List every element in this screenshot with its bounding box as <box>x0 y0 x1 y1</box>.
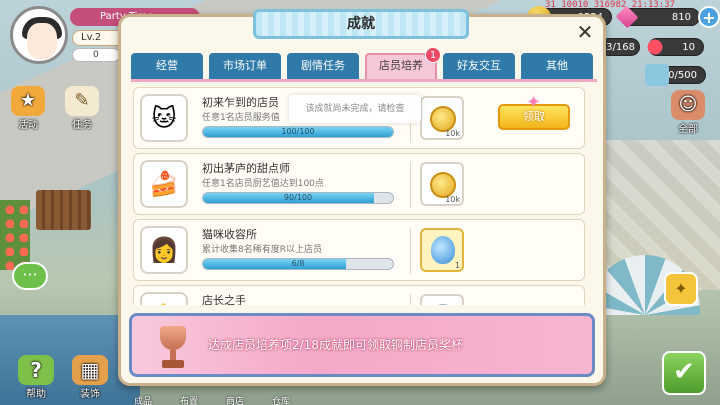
capacity-counter: 3/168 <box>600 38 640 56</box>
dialog-title: 成就 <box>253 9 469 39</box>
achievement-desc: 任意1名店员服务值 <box>202 113 280 123</box>
flower-bed <box>0 200 30 270</box>
player-avatar[interactable] <box>10 6 68 64</box>
row-divider <box>410 294 411 305</box>
staff-portrait-icon: 👩 <box>140 226 188 274</box>
heart-counter[interactable]: 10 <box>643 36 704 58</box>
reward-slot[interactable]: 1 <box>420 228 464 272</box>
tab-story-tasks[interactable]: 剧情任务 <box>287 53 359 79</box>
trophy-stem <box>170 350 176 360</box>
party-icon: ★ <box>11 86 45 116</box>
staff-icon: ☺ <box>671 90 705 120</box>
hand-icon: ✋ <box>140 292 188 305</box>
achievement-row: 👩 猫咪收容所 累计收集8名稀有度R以上店员 6/8 1 <box>133 219 585 281</box>
progress-text: 100/100 <box>281 127 315 136</box>
reward-qty: 10k <box>445 129 460 138</box>
decor-icon: ▦ <box>72 355 108 385</box>
achievement-row: 🍰 初出茅庐的甜点师 任意1名店员厨艺值达到100点 90/100 10k <box>133 153 585 215</box>
confirm-check-button[interactable]: ✔ <box>662 351 706 395</box>
exp-counter: 50/500 <box>645 64 706 86</box>
chat-button[interactable]: ··· <box>12 262 48 290</box>
achievement-title: 初出茅庐的甜点师 <box>202 162 290 175</box>
bottom-menu-item[interactable]: 商店 <box>212 394 258 405</box>
trophy-base <box>162 360 184 368</box>
activity-label: 活动 <box>18 120 38 131</box>
achievement-row: ✋ 店长之手 <box>133 285 585 305</box>
row-divider <box>410 228 411 274</box>
cake-upgrade-icon: 🍰 <box>140 160 188 208</box>
bottom-menu: 成品 布置 商店 仓库 <box>120 389 350 405</box>
achievement-desc: 累计收集8名稀有度R以上店员 <box>202 245 322 255</box>
help-label: 帮助 <box>26 389 46 400</box>
bottom-menu-item[interactable]: 布置 <box>166 394 212 405</box>
task-button[interactable]: ✎ 任务 <box>60 86 104 132</box>
cat-upgrade-icon: 🐱 <box>140 94 188 142</box>
task-label: 任务 <box>72 120 92 131</box>
reward-qty: 1 <box>454 261 460 270</box>
decor-button[interactable]: ▦ 装饰 <box>68 353 112 403</box>
bottom-menu-item[interactable]: 成品 <box>120 394 166 405</box>
achievement-desc: 任意1名店员厨艺值达到100点 <box>202 179 324 189</box>
reward-qty: 10k <box>445 195 460 204</box>
reward-slot[interactable]: 10k <box>420 162 464 206</box>
help-button[interactable]: ? 帮助 <box>14 353 58 403</box>
close-icon[interactable]: ✕ <box>573 21 597 45</box>
banner-message: 达成店员培养项2/18成就即可领取铜制店员奖杯 <box>208 338 463 352</box>
all-button[interactable]: ☺ 全部 <box>666 90 710 136</box>
progress-text: 6/8 <box>291 259 305 268</box>
achievement-title: 猫咪收容所 <box>202 228 257 241</box>
trophy-cup <box>160 326 186 350</box>
achievement-dialog: 成就 ✕ 经营 市场订单 剧情任务 店员培养 1 好友交互 其他 🐱 初来乍到的… <box>118 9 606 386</box>
progress-bar: 6/8 <box>202 258 394 270</box>
all-label: 全部 <box>678 124 698 135</box>
decor-label: 装饰 <box>80 389 100 400</box>
tab-market-orders[interactable]: 市场订单 <box>209 53 281 79</box>
potion-icon <box>431 236 455 264</box>
sparkle-icon: ✦ <box>526 92 542 113</box>
tab-staff-training-label: 店员培养 <box>379 59 423 72</box>
reward-slot[interactable] <box>420 294 464 305</box>
progress-bar: 90/100 <box>202 192 394 204</box>
progress-bar: 100/100 <box>202 126 394 138</box>
category-tabs: 经营 市场订单 剧情任务 店员培养 1 好友交互 其他 <box>131 47 597 81</box>
avatar-face <box>27 23 57 59</box>
heart-value: 10 <box>682 42 695 53</box>
heart-icon <box>643 36 667 58</box>
achievement-title: 店长之手 <box>202 294 246 305</box>
scroll-icon: ✎ <box>65 86 99 116</box>
gem-counter[interactable]: 810 <box>615 5 700 29</box>
tab-staff-training[interactable]: 店员培养 1 <box>365 47 441 79</box>
tab-underline <box>131 79 597 82</box>
activity-button[interactable]: ★ 活动 <box>6 86 50 132</box>
notification-badge: 1 <box>425 47 441 63</box>
bottom-menu-item[interactable]: 仓库 <box>258 394 304 405</box>
player-xp: 0 <box>72 48 120 62</box>
tab-business[interactable]: 经营 <box>131 53 203 79</box>
trophy-icon <box>152 324 194 370</box>
add-currency-button[interactable]: + <box>698 6 720 28</box>
incomplete-toast: 该成就尚未完成，请检查 <box>289 95 421 123</box>
row-divider <box>410 162 411 208</box>
book-icon <box>645 64 669 86</box>
reward-slot[interactable]: 10k <box>420 96 464 140</box>
achievement-title: 初来乍到的店员 <box>202 96 279 109</box>
lightbulb-icon[interactable]: ✦ <box>664 272 698 306</box>
gem-value: 810 <box>671 12 691 23</box>
gift-icon <box>430 304 456 305</box>
progress-text: 90/100 <box>283 193 313 202</box>
question-icon: ? <box>18 355 54 385</box>
tab-other[interactable]: 其他 <box>521 53 593 79</box>
reward-banner: 达成店员培养项2/18成就即可领取铜制店员奖杯 <box>129 313 595 377</box>
bench <box>36 190 91 230</box>
tab-friend-interaction[interactable]: 好友交互 <box>443 53 515 79</box>
capacity-value: 3/168 <box>606 42 635 53</box>
